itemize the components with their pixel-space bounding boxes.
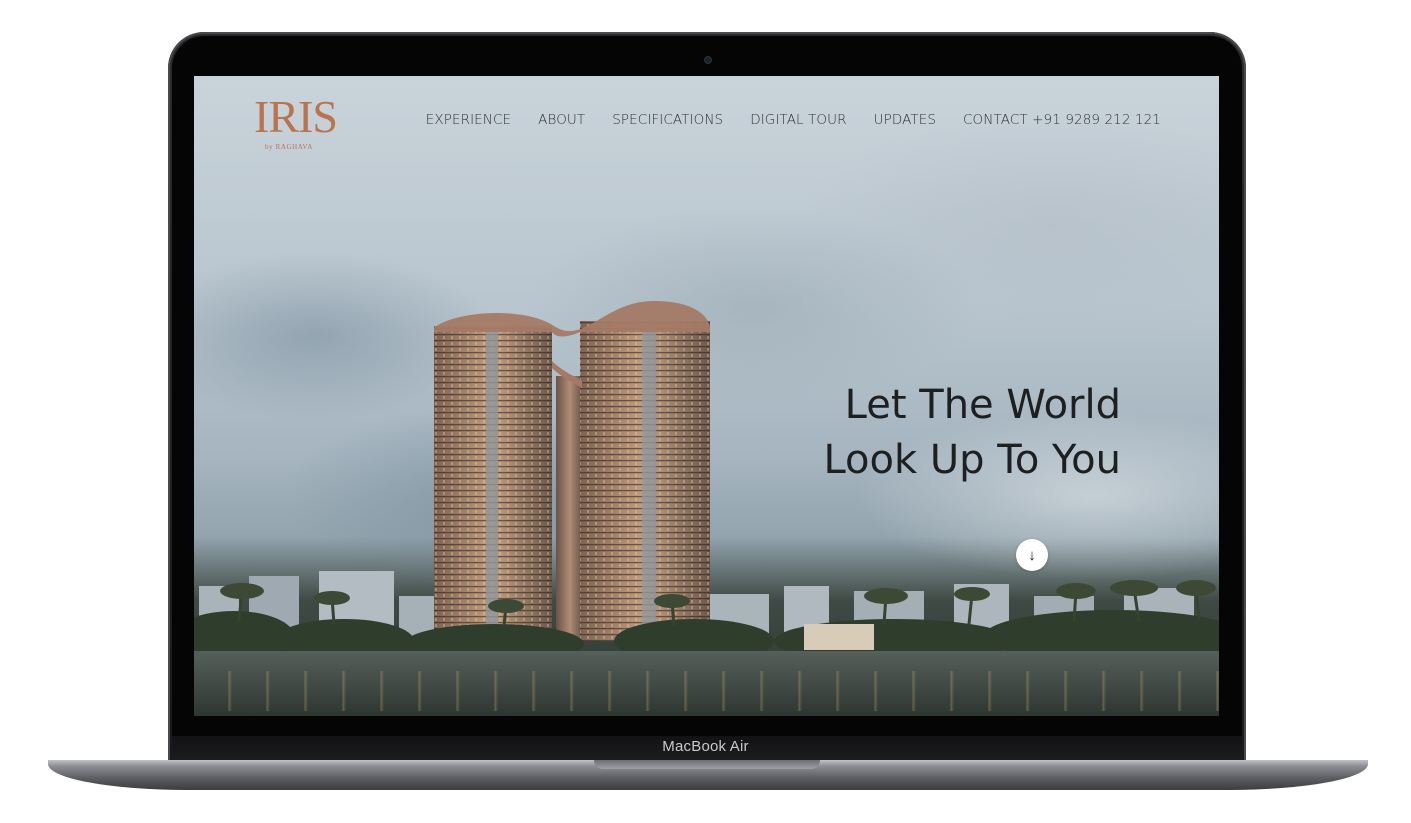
arrow-down-icon: ↓ (1028, 546, 1036, 564)
hero-line-2: Look Up To You (823, 437, 1121, 483)
macbook-mockup: IRIS by RAGHAVA EXPERIENCE ABOUT SPECIFI… (0, 0, 1411, 823)
website-screen: IRIS by RAGHAVA EXPERIENCE ABOUT SPECIFI… (194, 76, 1219, 716)
main-navigation: EXPERIENCE ABOUT SPECIFICATIONS DIGITAL … (426, 112, 1161, 128)
camera-icon (705, 57, 711, 63)
nav-contact[interactable]: CONTACT +91 9289 212 121 (963, 112, 1161, 128)
laptop-notch (594, 760, 820, 769)
nav-experience[interactable]: EXPERIENCE (426, 112, 511, 128)
water-reflections (194, 671, 1219, 711)
iris-logo[interactable]: IRIS by RAGHAVA (254, 91, 338, 154)
nav-specifications[interactable]: SPECIFICATIONS (612, 112, 723, 128)
nav-about[interactable]: ABOUT (538, 112, 585, 128)
logo-mark: IRIS (254, 91, 338, 142)
scroll-down-button[interactable]: ↓ (1016, 539, 1048, 571)
hero-line-1: Let The World (844, 382, 1121, 428)
nav-updates[interactable]: UPDATES (874, 112, 936, 128)
device-model-label: MacBook Air (662, 738, 749, 755)
nav-digital-tour[interactable]: DIGITAL TOUR (750, 112, 846, 128)
logo-subtitle: by RAGHAVA (265, 143, 313, 151)
hero-headline: Let The World Look Up To You (823, 378, 1121, 488)
